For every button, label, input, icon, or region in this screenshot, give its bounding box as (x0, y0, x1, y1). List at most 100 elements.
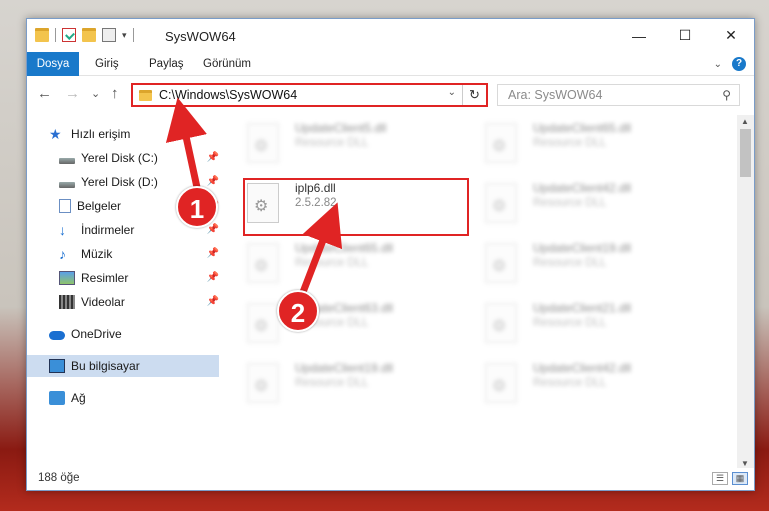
window-controls: — ☐ ✕ (616, 19, 754, 52)
refresh-button[interactable]: ↻ (462, 85, 486, 105)
sidebar-item-music[interactable]: ♪ Müzik 📌 (27, 243, 219, 265)
scrollbar-thumb[interactable] (740, 129, 751, 177)
ribbon-right-controls: ⌄ ? (714, 57, 746, 71)
scroll-down-icon[interactable]: ▼ (741, 459, 749, 468)
sidebar-item-label: İndirmeler (81, 223, 135, 237)
file-name: UpdateClient65.dll (533, 121, 632, 135)
list-item[interactable]: UpdateClient42.dll Resource DLL (485, 359, 715, 409)
pin-icon[interactable]: 📌 (207, 248, 219, 259)
file-name: UpdateClient5.dll (295, 121, 387, 135)
drive-icon (59, 181, 75, 188)
sidebar-item-label: Hızlı erişim (71, 127, 131, 141)
list-item[interactable]: UpdateClient65.dll Resource DLL (247, 239, 477, 289)
sidebar-item-pictures[interactable]: Resimler 📌 (27, 267, 219, 289)
navigation-pane: ★ Hızlı erişim Yerel Disk (C:) 📌 Yerel D… (27, 115, 219, 470)
new-folder-icon[interactable] (82, 28, 96, 42)
tab-file[interactable]: Dosya (27, 52, 79, 76)
list-item[interactable]: UpdateClient19.dll Resource DLL (247, 359, 477, 409)
file-name: UpdateClient19.dll (295, 361, 394, 375)
file-description: Resource DLL (295, 377, 369, 389)
search-box[interactable]: Ara: SysWOW64 ⚲ (497, 84, 740, 106)
ribbon-tabs: Dosya Giriş Paylaş Görünüm ⌄ ? (27, 52, 754, 76)
sidebar-item-quick-access[interactable]: ★ Hızlı erişim (27, 123, 219, 145)
list-item[interactable]: UpdateClient65.dll Resource DLL (485, 119, 715, 169)
maximize-button[interactable]: ☐ (662, 19, 708, 52)
back-button[interactable]: ← (37, 85, 52, 102)
explorer-window: ▾ SysWOW64 — ☐ ✕ Dosya Giriş Paylaş Görü… (26, 18, 755, 491)
list-item[interactable]: UpdateClient21.dll Resource DLL (485, 299, 715, 349)
view-toggle: ☰ ▦ (712, 472, 748, 485)
pin-icon[interactable]: 📌 (207, 176, 219, 187)
document-icon (59, 199, 71, 213)
pin-icon[interactable]: 📌 (207, 224, 219, 235)
sidebar-item-local-disk-c[interactable]: Yerel Disk (C:) 📌 (27, 147, 219, 169)
address-bar[interactable]: C:\Windows\SysWOW64 ⌄ ↻ (131, 83, 488, 107)
network-icon (49, 391, 65, 405)
sidebar-item-videos[interactable]: Videolar 📌 (27, 291, 219, 313)
navigation-bar: ← → ⌄ ↑ C:\Windows\SysWOW64 ⌄ ↻ Ara: Sys… (27, 80, 754, 110)
cloud-icon (49, 331, 65, 340)
sidebar-item-network[interactable]: Ağ (27, 387, 219, 409)
close-button[interactable]: ✕ (708, 19, 754, 52)
dll-file-icon (485, 183, 517, 223)
dll-file-icon (485, 363, 517, 403)
pin-icon[interactable]: 📌 (207, 296, 219, 307)
videos-icon (59, 295, 75, 309)
sidebar-item-this-pc[interactable]: Bu bilgisayar (27, 355, 219, 377)
file-description: Resource DLL (533, 317, 607, 329)
title-bar: ▾ SysWOW64 — ☐ ✕ (27, 19, 754, 52)
sidebar-item-onedrive[interactable]: OneDrive (27, 323, 219, 345)
list-item[interactable]: UpdateClient19.dll Resource DLL (485, 239, 715, 289)
music-icon: ♪ (59, 246, 66, 262)
forward-button[interactable]: → (65, 85, 80, 102)
list-item[interactable]: UpdateClient5.dll Resource DLL (247, 119, 477, 169)
details-view-icon[interactable]: ☰ (712, 472, 728, 485)
computer-icon (49, 359, 65, 373)
properties-icon[interactable] (62, 28, 76, 42)
callout-2: 2 (277, 290, 319, 332)
tab-view[interactable]: Görünüm (203, 52, 251, 76)
chevron-down-icon[interactable]: ⌄ (448, 87, 456, 98)
help-icon[interactable]: ? (732, 57, 746, 71)
download-icon: ↓ (59, 222, 66, 238)
rename-icon[interactable] (102, 28, 116, 42)
list-item[interactable]: UpdateClient42.dll Resource DLL (485, 179, 715, 229)
dll-file-icon (247, 363, 279, 403)
search-icon: ⚲ (722, 88, 731, 102)
dll-file-icon (485, 123, 517, 163)
sidebar-item-label: Bu bilgisayar (71, 359, 140, 373)
address-path: C:\Windows\SysWOW64 (159, 88, 298, 102)
sidebar-item-label: Videolar (81, 295, 125, 309)
large-icons-view-icon[interactable]: ▦ (732, 472, 748, 485)
folder-icon (35, 28, 49, 42)
up-button[interactable]: ↑ (111, 85, 119, 102)
drive-icon (59, 157, 75, 164)
pin-icon[interactable]: 📌 (207, 272, 219, 283)
star-icon: ★ (49, 126, 62, 142)
file-highlight-box (243, 178, 469, 236)
sidebar-item-label: Yerel Disk (C:) (81, 151, 158, 165)
sidebar-item-label: Belgeler (77, 199, 122, 213)
sidebar-item-label: OneDrive (71, 327, 122, 341)
tab-share[interactable]: Paylaş (149, 52, 184, 76)
file-description: Resource DLL (533, 197, 607, 209)
recent-locations-button[interactable]: ⌄ (91, 87, 100, 100)
pin-icon[interactable]: 📌 (207, 152, 219, 163)
tab-home[interactable]: Giriş (95, 52, 119, 76)
search-placeholder: Ara: SysWOW64 (508, 88, 603, 102)
sidebar-item-label: Yerel Disk (D:) (81, 175, 158, 189)
minimize-button[interactable]: — (616, 19, 662, 52)
file-name: UpdateClient65.dll (295, 241, 394, 255)
file-name: UpdateClient21.dll (533, 301, 632, 315)
status-bar: 188 öğe ☰ ▦ (27, 468, 754, 490)
file-name: UpdateClient42.dll (533, 361, 632, 375)
file-name: UpdateClient42.dll (533, 181, 632, 195)
expand-ribbon-icon[interactable]: ⌄ (714, 59, 722, 70)
vertical-scrollbar[interactable]: ▲ ▼ (737, 115, 754, 470)
separator (132, 28, 134, 42)
file-description: Resource DLL (295, 257, 369, 269)
scroll-up-icon[interactable]: ▲ (741, 117, 749, 126)
folder-icon (139, 90, 152, 101)
dll-file-icon (247, 303, 279, 343)
customize-toolbar-icon[interactable]: ▾ (122, 30, 127, 41)
